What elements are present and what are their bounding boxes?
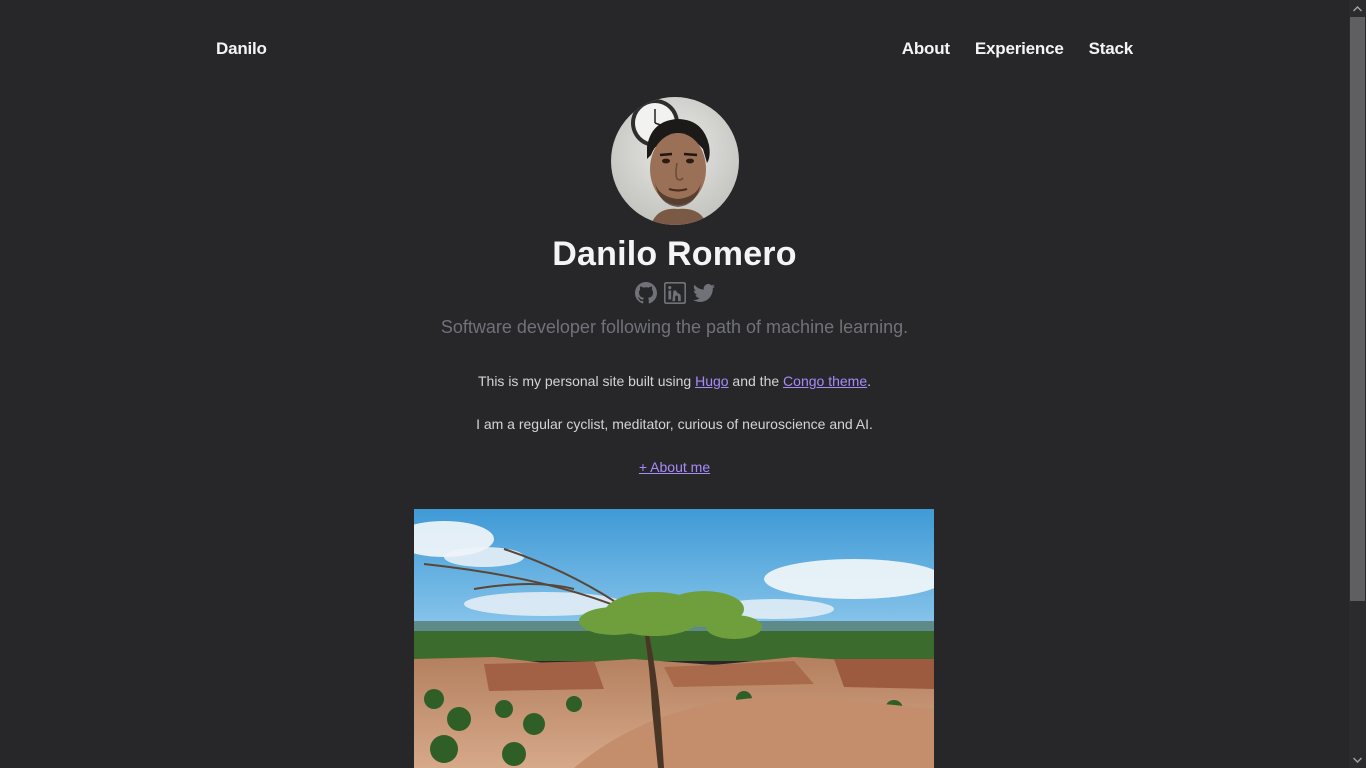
- social-links: [0, 282, 1349, 304]
- home-content: This is my personal site built using Hug…: [0, 372, 1349, 476]
- site-header: Danilo About Experience Stack: [216, 0, 1133, 98]
- chevron-down-icon: [1353, 756, 1362, 763]
- congo-theme-link[interactable]: Congo theme: [783, 373, 867, 389]
- scroll-thumb[interactable]: [1350, 17, 1365, 601]
- nav-about[interactable]: About: [902, 39, 950, 59]
- github-link[interactable]: [634, 282, 657, 304]
- intro-text-middle: and the: [728, 373, 784, 389]
- about-me-link[interactable]: + About me: [639, 459, 710, 475]
- bio-paragraph: I am a regular cyclist, meditator, curio…: [476, 416, 873, 432]
- github-icon: [634, 282, 657, 304]
- nav-experience[interactable]: Experience: [975, 39, 1064, 59]
- intro-text-suffix: .: [867, 373, 871, 389]
- profile: Danilo Romero Software developer followi…: [0, 97, 1349, 501]
- linkedin-link[interactable]: [663, 282, 686, 304]
- vertical-scrollbar[interactable]: [1349, 0, 1366, 768]
- hugo-link[interactable]: Hugo: [695, 373, 728, 389]
- twitter-icon: [692, 284, 715, 302]
- main-nav: About Experience Stack: [902, 39, 1133, 59]
- nav-stack[interactable]: Stack: [1089, 39, 1134, 59]
- page: Danilo About Experience Stack Danilo Rom…: [0, 0, 1349, 768]
- intro-text: This is my personal site built using: [477, 373, 696, 389]
- chevron-up-icon: [1353, 5, 1362, 12]
- author-name: Danilo Romero: [552, 235, 797, 273]
- twitter-link[interactable]: [692, 282, 715, 304]
- about-paragraph: + About me: [0, 458, 1349, 476]
- intro-paragraph: This is my personal site built using Hug…: [0, 372, 1349, 390]
- scroll-up-arrow[interactable]: [1349, 0, 1366, 17]
- headline: Software developer following the path of…: [440, 317, 909, 337]
- scroll-down-arrow[interactable]: [1349, 751, 1366, 768]
- landscape-photo: [414, 509, 934, 768]
- linkedin-icon: [663, 282, 686, 304]
- avatar: [610, 97, 739, 225]
- site-title-link[interactable]: Danilo: [216, 39, 267, 59]
